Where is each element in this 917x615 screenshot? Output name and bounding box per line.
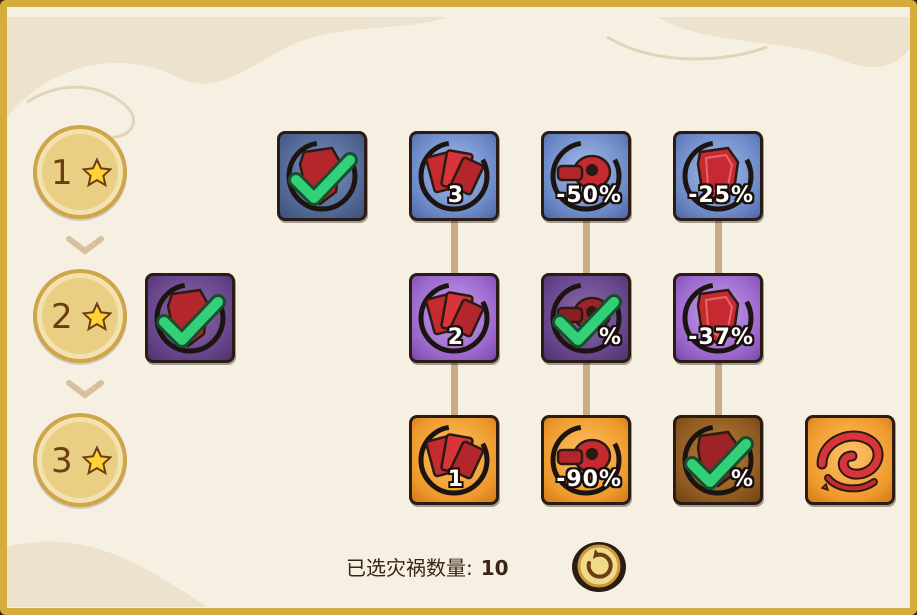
selected-count-value: 10 bbox=[480, 556, 509, 580]
calamity-node-cannon-t3[interactable]: -90% bbox=[541, 415, 631, 505]
calamity-node-vortex-t3[interactable] bbox=[805, 415, 895, 505]
calamity-node-shield-t1[interactable]: -25% bbox=[673, 131, 763, 221]
star-icon bbox=[81, 301, 113, 332]
chevron-down-icon bbox=[66, 236, 104, 255]
red-vortex-icon bbox=[816, 430, 884, 493]
node-value: % bbox=[730, 467, 754, 492]
link-shield-2-3 bbox=[715, 360, 722, 420]
link-cards-1-2 bbox=[451, 217, 458, 277]
node-value: -90% bbox=[556, 467, 622, 492]
calamity-node-cards-t1[interactable]: 3 bbox=[409, 131, 499, 221]
node-value: -50% bbox=[556, 183, 622, 208]
tier-2-number: 2 bbox=[51, 297, 73, 337]
calamity-node-shield-t2[interactable]: -37% bbox=[673, 273, 763, 363]
node-value: -25% bbox=[688, 183, 754, 208]
calamity-selection-panel: 1 2 3 3 -50% -25% 2 % -37% 1 -90% % 已选灾祸… bbox=[0, 0, 917, 615]
tier-3-badge: 3 bbox=[33, 413, 127, 507]
reset-button[interactable] bbox=[569, 537, 629, 595]
tier-1-number: 1 bbox=[51, 153, 73, 193]
node-value: 1 bbox=[447, 467, 464, 492]
selected-count: 已选灾祸数量: 10 bbox=[346, 552, 509, 581]
star-icon bbox=[81, 157, 113, 188]
calamity-node-cannon-t2[interactable]: % bbox=[541, 273, 631, 363]
calamity-node-cannon-t1[interactable]: -50% bbox=[541, 131, 631, 221]
link-cards-2-3 bbox=[451, 360, 458, 420]
star-icon bbox=[81, 445, 113, 476]
node-value: % bbox=[598, 325, 622, 350]
calamity-node-cards-t3[interactable]: 1 bbox=[409, 415, 499, 505]
tier-1-badge: 1 bbox=[33, 125, 127, 219]
chevron-down-icon bbox=[66, 380, 104, 399]
node-value: 3 bbox=[447, 183, 464, 208]
calamity-node-shield-t3[interactable]: % bbox=[673, 415, 763, 505]
node-value: 2 bbox=[447, 325, 464, 350]
link-cannon-2-3 bbox=[583, 360, 590, 420]
tier-2-badge: 2 bbox=[33, 269, 127, 363]
calamity-node-t2-selected[interactable] bbox=[145, 273, 235, 363]
calamity-node-cards-t2[interactable]: 2 bbox=[409, 273, 499, 363]
calamity-node-t1-selected[interactable] bbox=[277, 131, 367, 221]
selected-count-label: 已选灾祸数量: bbox=[346, 556, 473, 580]
link-cannon-1-2 bbox=[583, 217, 590, 277]
tier-3-number: 3 bbox=[51, 441, 73, 481]
link-shield-1-2 bbox=[715, 217, 722, 277]
node-value: -37% bbox=[688, 325, 754, 350]
